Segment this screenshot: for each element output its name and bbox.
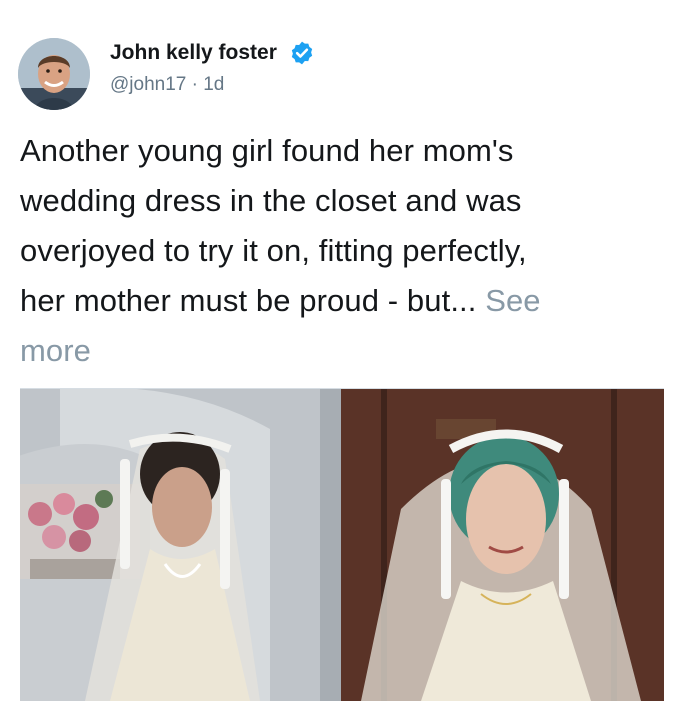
meta-separator: · bbox=[191, 74, 198, 95]
tweet-text-line: her mother must be proud - but... See bbox=[20, 276, 680, 326]
tweet-text-line: overjoyed to try it on, fitting perfectl… bbox=[20, 233, 527, 268]
tweet-text-line: Another young girl found her mom's bbox=[20, 133, 514, 168]
media-photo-daughter[interactable] bbox=[341, 389, 664, 701]
tweet-time[interactable]: 1d bbox=[203, 74, 224, 95]
author-names: John kelly foster @john17 · 1d bbox=[110, 40, 315, 96]
tweet-meta: @john17 · 1d bbox=[110, 74, 315, 96]
tweet-media[interactable] bbox=[20, 388, 664, 701]
media-photo-mother[interactable] bbox=[20, 389, 341, 701]
tweet-text-line: wedding dress in the closet and was bbox=[20, 183, 522, 218]
author-avatar[interactable] bbox=[18, 38, 90, 110]
see-more-link-continued[interactable]: more bbox=[20, 326, 680, 376]
verified-icon bbox=[289, 40, 315, 66]
tweet-text-line-4: her mother must be proud - but... bbox=[20, 283, 477, 318]
see-more-link[interactable]: See bbox=[485, 283, 540, 318]
author-display-name[interactable]: John kelly foster bbox=[110, 41, 277, 65]
tweet-header: John kelly foster @john17 · 1d bbox=[18, 38, 678, 112]
tweet-text: Another young girl found her mom's weddi… bbox=[20, 126, 680, 376]
author-handle[interactable]: @john17 bbox=[110, 74, 186, 95]
